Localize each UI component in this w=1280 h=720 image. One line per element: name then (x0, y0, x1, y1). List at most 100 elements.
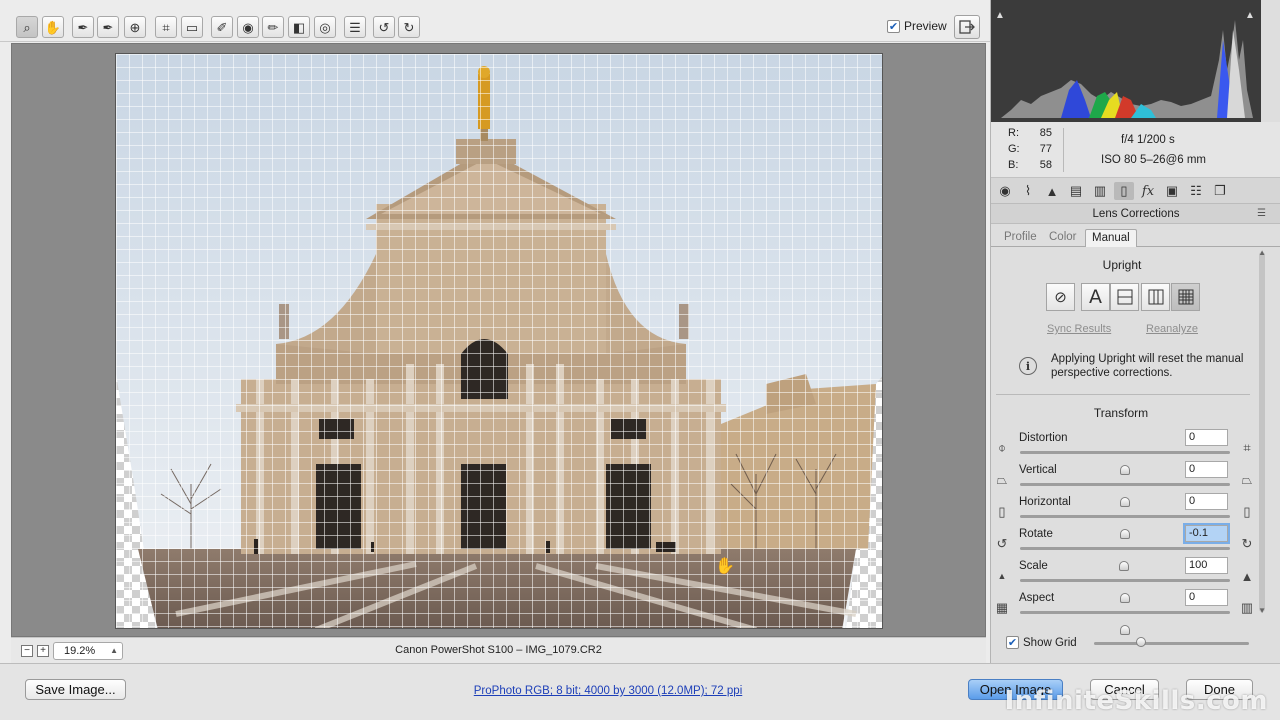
photo-preview[interactable] (115, 53, 883, 629)
scale-slider[interactable] (1020, 579, 1230, 603)
r-label: R: (1008, 127, 1019, 139)
basic-icon: ◉ (999, 183, 1011, 198)
exif-aperture-shutter: f/4 1/200 s (1121, 134, 1175, 146)
distortion-barrel-icon: ⌽ (998, 440, 1006, 455)
preferences-tool-button[interactable]: ☰ (344, 16, 366, 38)
brush-icon: ✏ (267, 19, 279, 35)
distortion-slider[interactable] (1020, 451, 1230, 475)
readout-divider (1063, 128, 1064, 172)
distortion-value-field[interactable]: 0 (1185, 429, 1228, 446)
upright-level-button[interactable] (1110, 283, 1139, 311)
crop-tool-button[interactable]: ⌗ (155, 16, 177, 38)
presets-icon: ☷ (1190, 183, 1202, 198)
upright-off-button[interactable]: ⊘ (1046, 283, 1075, 311)
vertical-icon (1148, 289, 1163, 305)
upright-vertical-button[interactable] (1141, 283, 1170, 311)
shadow-clipping-warning-icon[interactable]: ▲ (995, 10, 1007, 22)
file-name-label: Canon PowerShot S100 – IMG_1079.CR2 (395, 644, 602, 656)
spot-removal-icon: ✐ (216, 19, 228, 35)
vertical-slider[interactable] (1020, 483, 1230, 507)
presets-panel-tab[interactable]: ☷ (1186, 182, 1206, 200)
aspect-wide-icon: ▦ (995, 600, 1009, 615)
list-icon: ☰ (349, 19, 361, 35)
b-value: 58 (1039, 159, 1052, 171)
eyedropper-icon: ✒ (77, 19, 89, 35)
histogram-graph (1001, 20, 1253, 118)
preview-toggle[interactable]: ✔ Preview (887, 19, 947, 33)
color-sampler-tool-button[interactable]: ✒ (97, 16, 119, 38)
upright-info-text: Applying Upright will reset the manual p… (1051, 353, 1244, 379)
lens-corrections-panel-tab[interactable]: ▯ (1114, 182, 1134, 200)
preview-label: Preview (904, 19, 947, 33)
tab-profile[interactable]: Profile (998, 229, 1043, 247)
split-toning-panel-tab[interactable]: ▥ (1090, 182, 1110, 200)
rotate-left-tool-button[interactable]: ↺ (373, 16, 395, 38)
radial-filter-tool-button[interactable]: ◎ (314, 16, 336, 38)
red-eye-icon: ◉ (242, 19, 254, 35)
show-grid-toggle[interactable]: ✔ Show Grid (1006, 636, 1077, 649)
vertical-keystone-icon: ⏢ (996, 472, 1008, 487)
aspect-tall-icon: ▥ (1240, 600, 1254, 615)
scroll-up-icon[interactable]: ▲ (1258, 248, 1266, 257)
auto-a-icon: A (1089, 286, 1102, 308)
grid-size-slider[interactable] (1094, 637, 1249, 647)
scale-row: ▲ Scale 100 ▲ (990, 557, 1260, 603)
rotate-slider[interactable] (1020, 547, 1230, 571)
effects-panel-tab[interactable]: fx (1138, 182, 1158, 200)
zoom-icon: ⌕ (23, 19, 31, 35)
spot-removal-tool-button[interactable]: ✐ (211, 16, 233, 38)
distortion-label: Distortion (1019, 432, 1068, 444)
upright-auto-button[interactable]: A (1081, 283, 1110, 311)
zoom-tool-button[interactable]: ⌕ (16, 16, 38, 38)
preview-checkbox[interactable]: ✔ (887, 19, 900, 33)
panel-title: Lens Corrections (991, 204, 1280, 224)
camera-calibration-panel-tab[interactable]: ▣ (1162, 182, 1182, 200)
upright-full-button[interactable] (1171, 283, 1200, 311)
hsl-panel-tab[interactable]: ▤ (1066, 182, 1086, 200)
adjustment-brush-tool-button[interactable]: ✏ (262, 16, 284, 38)
lens-corrections-icon: ▯ (1120, 183, 1128, 198)
snapshots-panel-tab[interactable]: ❐ (1210, 182, 1230, 200)
rotate-cw-small-icon: ↻ (1241, 536, 1253, 551)
horizontal-value-field[interactable]: 0 (1185, 493, 1228, 510)
aspect-slider[interactable] (1020, 611, 1230, 635)
highlight-clipping-warning-icon[interactable]: ▲ (1245, 10, 1257, 22)
reanalyze-link[interactable]: Reanalyze (1146, 323, 1198, 335)
camera-calibration-icon: ▣ (1165, 183, 1179, 198)
sync-results-link[interactable]: Sync Results (1047, 323, 1111, 335)
graduated-filter-tool-button[interactable]: ◧ (288, 16, 310, 38)
show-grid-checkbox[interactable]: ✔ (1006, 636, 1019, 649)
hand-tool-button[interactable]: ✋ (42, 16, 64, 38)
aspect-row: ▦ Aspect 0 ▥ (990, 589, 1260, 635)
vertical-value-field[interactable]: 0 (1185, 461, 1228, 478)
grid-size-slider-knob[interactable] (1135, 637, 1146, 647)
horizontal-label: Horizontal (1019, 496, 1071, 508)
fullscreen-button[interactable] (954, 15, 980, 39)
red-eye-tool-button[interactable]: ◉ (237, 16, 259, 38)
hsl-icon: ▤ (1069, 183, 1083, 198)
panel-menu-icon[interactable]: ☰ (1257, 204, 1266, 224)
detail-panel-tab[interactable]: ▲ (1042, 182, 1062, 200)
scale-value-field[interactable]: 100 (1185, 557, 1228, 574)
white-balance-tool-button[interactable]: ✒ (72, 16, 94, 38)
tone-curve-icon: ⌇ (1024, 183, 1032, 198)
targeted-adjustment-tool-button[interactable]: ⊕ (124, 16, 146, 38)
g-label: G: (1008, 143, 1020, 155)
hand-cursor-icon: ✋ (715, 558, 735, 575)
aspect-value-field[interactable]: 0 (1185, 589, 1228, 606)
horizontal-slider[interactable] (1020, 515, 1230, 539)
tone-curve-panel-tab[interactable]: ⌇ (1018, 182, 1038, 200)
scale-small-icon: ▲ (997, 571, 1007, 581)
rotate-right-tool-button[interactable]: ↻ (398, 16, 420, 38)
rotate-value-field[interactable]: -0.1 (1183, 523, 1230, 544)
tab-color[interactable]: Color (1043, 229, 1082, 247)
image-canvas[interactable]: ✋ (11, 43, 986, 637)
aspect-slider-knob[interactable] (1120, 625, 1130, 635)
rotate-row: ↺ Rotate -0.1 ↻ (990, 523, 1260, 571)
lens-tabs: Profile Color Manual (991, 225, 1280, 247)
basic-panel-tab[interactable]: ◉ (995, 182, 1015, 200)
histogram: ▲ ▲ (991, 0, 1261, 122)
tab-manual[interactable]: Manual (1085, 229, 1137, 247)
straighten-tool-button[interactable]: ▭ (181, 16, 203, 38)
distortion-row: ⌽ Distortion 0 ⌗ (990, 429, 1260, 475)
